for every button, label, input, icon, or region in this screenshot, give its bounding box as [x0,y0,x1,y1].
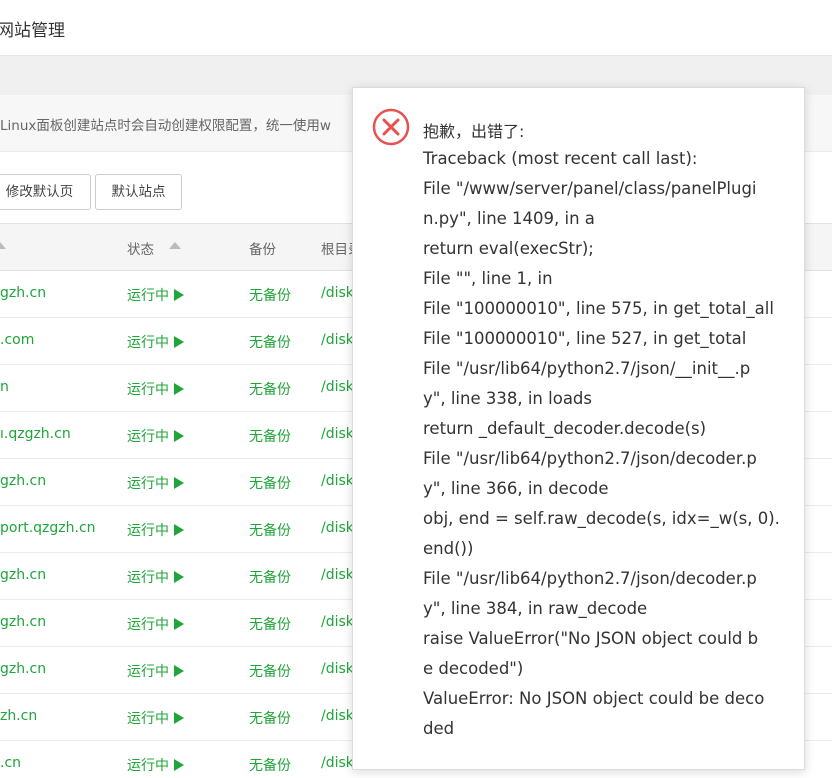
status-label: 运行中 [127,570,169,586]
error-line: return _default_decoder.decode(s) [423,419,707,438]
play-icon [174,524,184,536]
site-name-link[interactable]: port.qzgzh.cn [0,520,96,536]
error-line: end()) [423,539,474,558]
status-toggle[interactable]: 运行中 [127,379,184,399]
root-path-link[interactable]: /disk [321,379,354,395]
backup-link[interactable]: 无备份 [249,285,291,305]
root-path-link[interactable]: /disk [321,473,354,489]
error-line: File "/www/server/panel/class/panelPlugi [423,179,757,198]
play-icon [174,712,184,724]
play-icon [174,665,184,677]
error-line: n.py", line 1409, in a [423,209,595,228]
backup-link[interactable]: 无备份 [249,567,291,587]
error-title: 抱歉，出错了: [423,122,525,141]
default-site-button[interactable]: 默认站点 [95,174,182,210]
status-toggle[interactable]: 运行中 [127,708,184,728]
root-path-link[interactable]: /disk [321,426,354,442]
site-name-link[interactable]: zh.cn [0,708,37,724]
status-label: 运行中 [127,711,169,727]
play-icon [174,618,184,630]
backup-link[interactable]: 无备份 [249,614,291,634]
status-toggle[interactable]: 运行中 [127,661,184,681]
error-line: File "/usr/lib64/python2.7/json/__init__… [423,359,751,378]
error-line: y", line 366, in decode [423,479,609,498]
status-toggle[interactable]: 运行中 [127,755,184,775]
status-label: 运行中 [127,429,169,445]
play-icon [174,571,184,583]
status-toggle[interactable]: 运行中 [127,285,184,305]
error-line: y", line 384, in raw_decode [423,599,648,618]
error-line: obj, end = self.raw_decode(s, idx=_w(s, … [423,509,780,528]
status-label: 运行中 [127,758,169,774]
play-icon [174,336,184,348]
status-toggle[interactable]: 运行中 [127,614,184,634]
site-name-link[interactable]: n [0,379,9,395]
backup-link[interactable]: 无备份 [249,661,291,681]
root-path-link[interactable]: /disk [321,285,354,301]
backup-link[interactable]: 无备份 [249,755,291,775]
site-name-link[interactable]: ı.qzgzh.cn [0,426,71,442]
error-dialog: 抱歉，出错了: Traceback (most recent call last… [352,87,805,770]
error-line: return eval(execStr); [423,239,594,258]
status-label: 运行中 [127,617,169,633]
status-toggle[interactable]: 运行中 [127,567,184,587]
status-label: 运行中 [127,335,169,351]
status-label: 运行中 [127,382,169,398]
status-label: 运行中 [127,664,169,680]
status-toggle[interactable]: 运行中 [127,473,184,493]
error-line: ded [423,719,455,738]
column-header-backup[interactable]: 备份 [249,238,276,258]
error-icon [372,108,410,146]
site-name-link[interactable]: gzh.cn [0,567,46,583]
backup-link[interactable]: 无备份 [249,332,291,352]
status-label: 运行中 [127,288,169,304]
root-path-link[interactable]: /disk [321,614,354,630]
play-icon [174,759,184,771]
status-toggle[interactable]: 运行中 [127,332,184,352]
column-header-status[interactable]: 状态 [127,238,154,258]
root-path-link[interactable]: /disk [321,332,354,348]
backup-link[interactable]: 无备份 [249,708,291,728]
backup-link[interactable]: 无备份 [249,520,291,540]
page-header: 网站管理 [0,0,832,56]
play-icon [174,289,184,301]
sort-icon[interactable] [169,242,181,249]
site-name-link[interactable]: gzh.cn [0,614,46,630]
status-label: 运行中 [127,523,169,539]
error-line: File "", line 1, in [423,269,553,288]
status-toggle[interactable]: 运行中 [127,426,184,446]
notice-text: Linux面板创建站点时会自动创建权限配置，统一使用w [0,118,331,134]
error-line: File "100000010", line 527, in get_total [423,329,747,348]
play-icon [174,430,184,442]
edit-default-page-button[interactable]: 修改默认页 [0,174,91,210]
sort-icon[interactable] [0,242,6,249]
error-line: y", line 338, in loads [423,389,592,408]
site-name-link[interactable]: gzh.cn [0,285,46,301]
play-icon [174,383,184,395]
root-path-link[interactable]: /disk [321,755,354,771]
backup-link[interactable]: 无备份 [249,473,291,493]
site-name-link[interactable]: gzh.cn [0,473,46,489]
error-line: raise ValueError("No JSON object could b [423,629,759,648]
error-line: File "/usr/lib64/python2.7/json/decoder.… [423,569,757,588]
error-line: File "/usr/lib64/python2.7/json/decoder.… [423,449,757,468]
root-path-link[interactable]: /disk [321,567,354,583]
error-line: e decoded") [423,659,524,678]
error-message: Traceback (most recent call last): File "… [423,144,783,744]
backup-link[interactable]: 无备份 [249,379,291,399]
status-label: 运行中 [127,476,169,492]
backup-link[interactable]: 无备份 [249,426,291,446]
play-icon [174,477,184,489]
site-name-link[interactable]: .cn [0,755,21,771]
page-title: 网站管理 [0,21,65,41]
status-toggle[interactable]: 运行中 [127,520,184,540]
site-name-link[interactable]: gzh.cn [0,661,46,677]
error-line: File "100000010", line 575, in get_total… [423,299,774,318]
root-path-link[interactable]: /disk [321,661,354,677]
root-path-link[interactable]: /disk [321,520,354,536]
site-name-link[interactable]: .com [0,332,34,348]
root-path-link[interactable]: /disk [321,708,354,724]
error-line: ValueError: No JSON object could be deco [423,689,765,708]
error-line: Traceback (most recent call last): [423,149,698,168]
